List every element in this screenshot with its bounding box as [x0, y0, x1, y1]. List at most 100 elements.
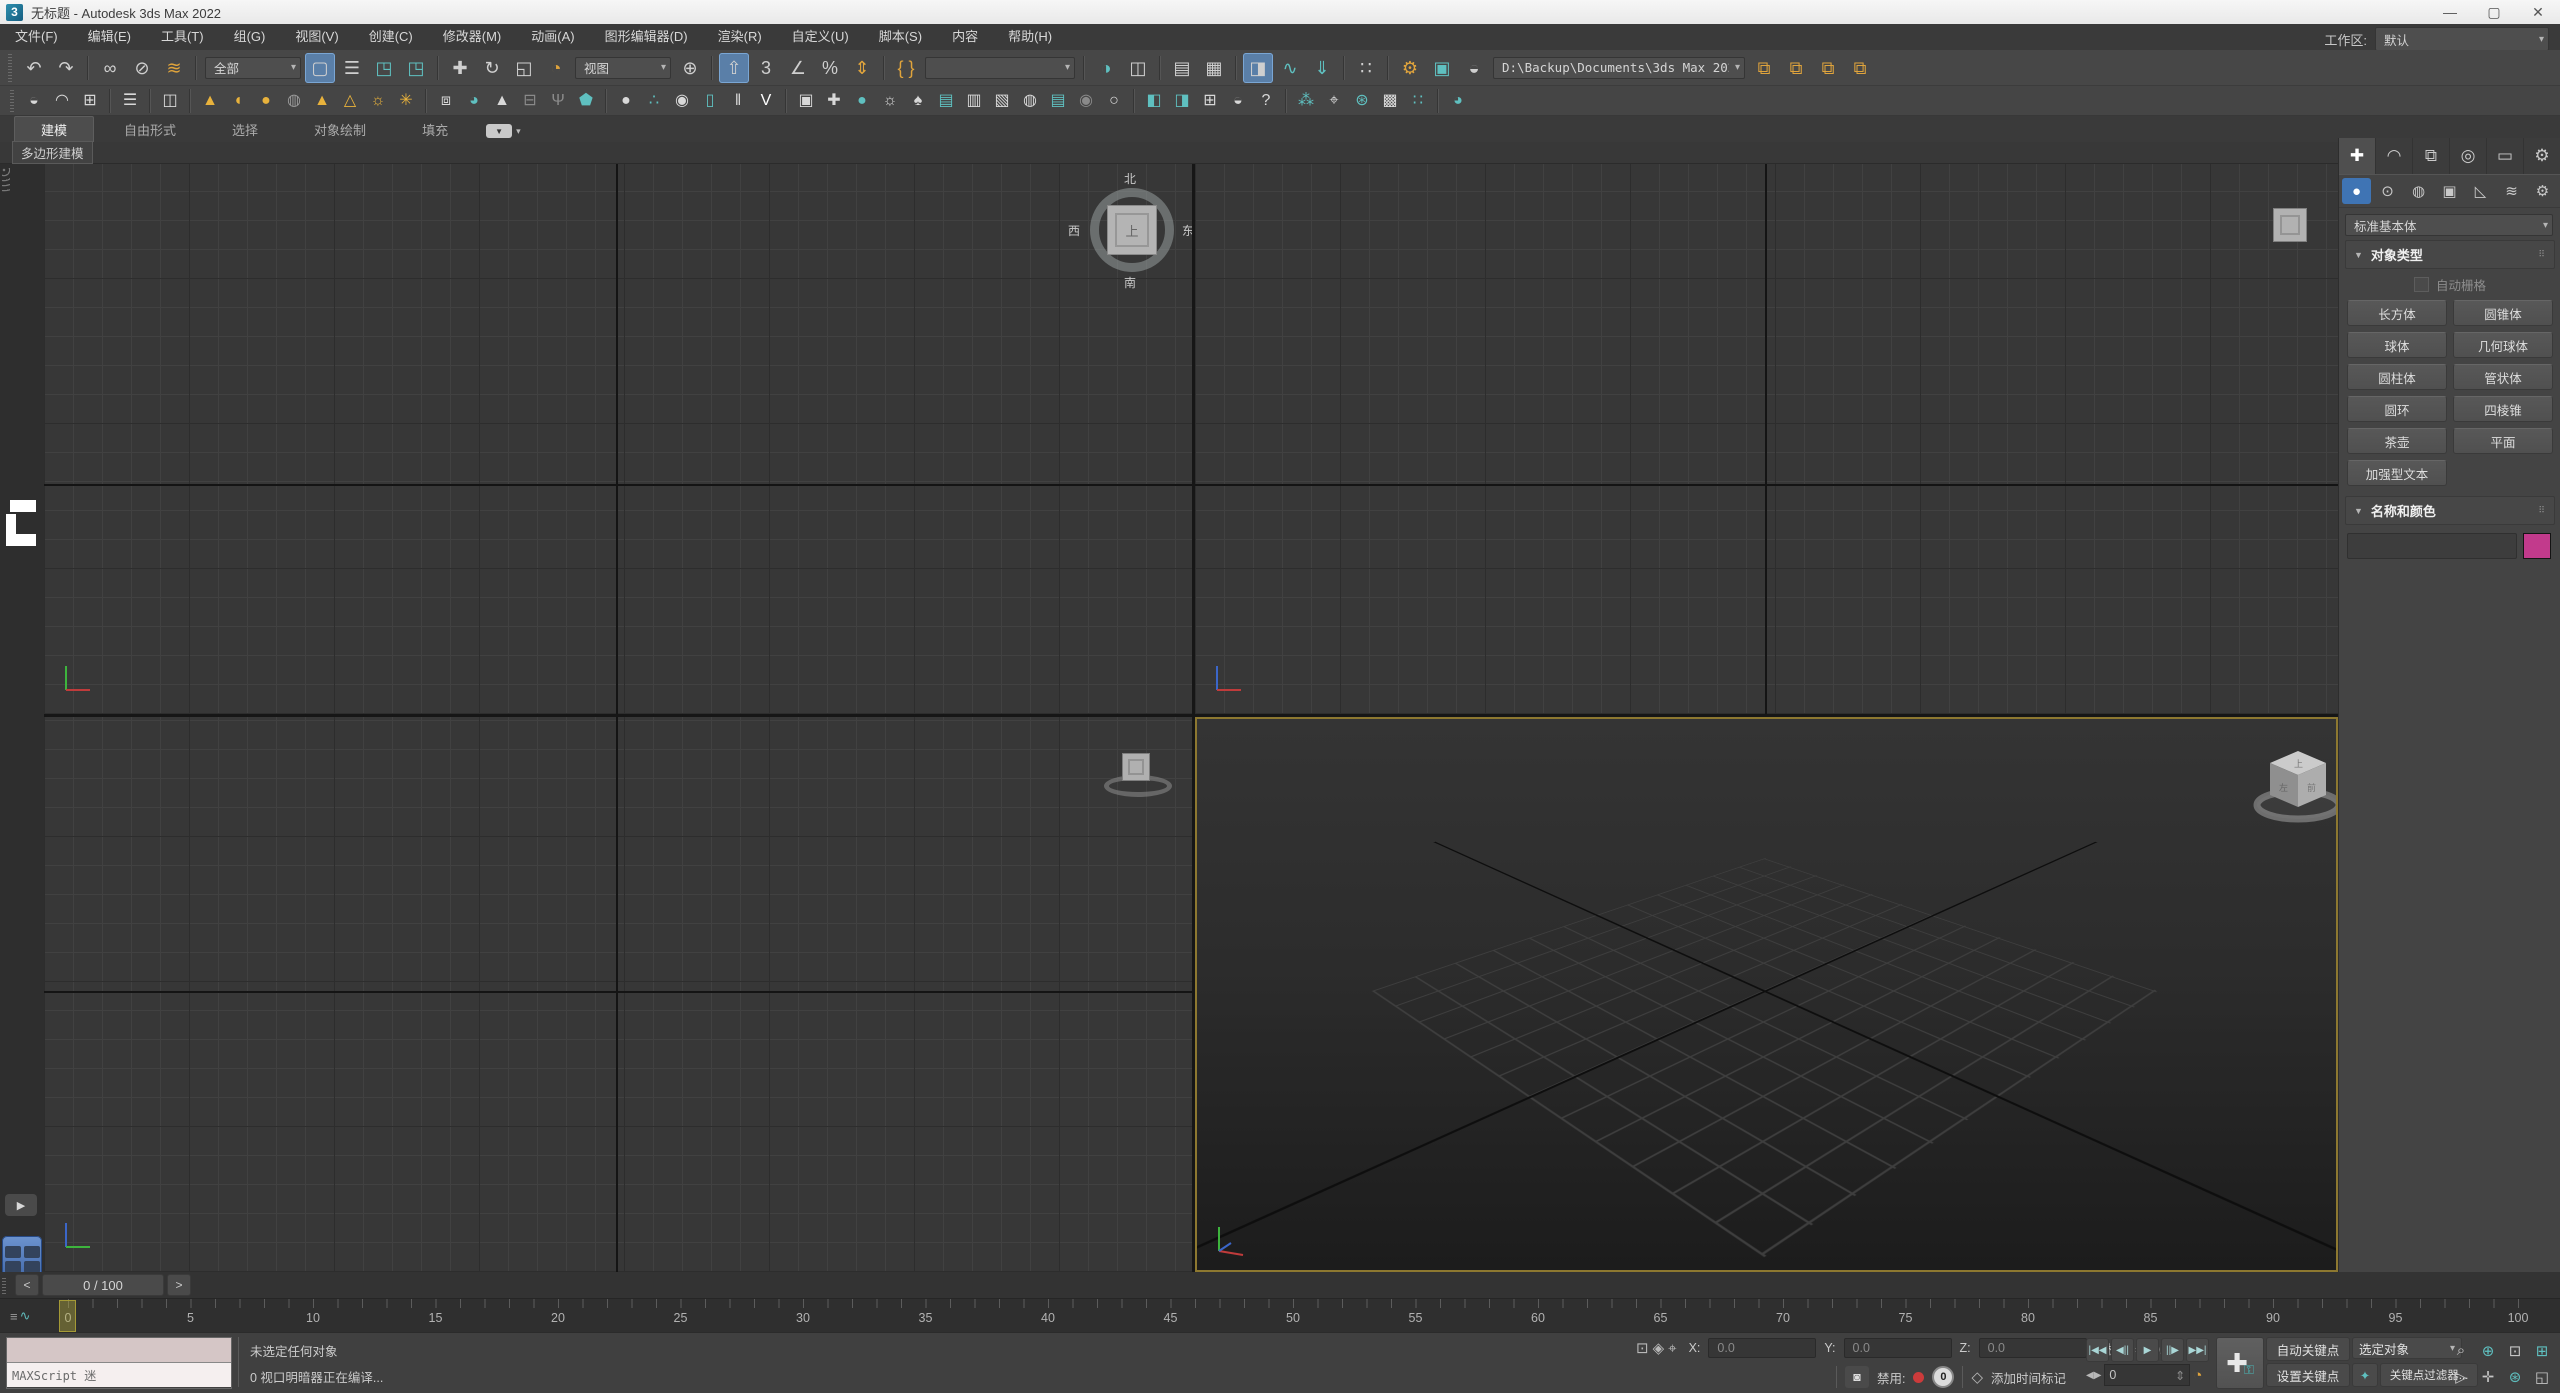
ribbon-tab-3[interactable]: 对象绘制: [288, 117, 392, 142]
scene-explorer-button[interactable]: ▦: [1199, 53, 1229, 83]
sun-light-tool[interactable]: ☼: [365, 88, 391, 114]
sun-rays-tool[interactable]: ✳: [393, 88, 419, 114]
autogrid-checkbox[interactable]: [2414, 277, 2429, 292]
snail-tool[interactable]: ◠: [49, 88, 75, 114]
named-selection-sets-dropdown[interactable]: ▾: [925, 57, 1075, 79]
object-color-swatch[interactable]: [2523, 533, 2551, 559]
next-frame-button[interactable]: ||▶: [2161, 1338, 2184, 1362]
absolute-mode-transform-button[interactable]: ⌖: [1668, 1340, 1676, 1357]
object-button-8[interactable]: 茶壶: [2347, 428, 2447, 454]
cat-systems[interactable]: ⚙: [2528, 178, 2557, 204]
shield-icon[interactable]: ◙: [1845, 1366, 1869, 1388]
next-frame-arrow[interactable]: >: [167, 1274, 191, 1296]
time-configuration-button[interactable]: ◔: [2193, 1367, 2202, 1384]
spinner-snap-toggle[interactable]: ⇕: [847, 53, 877, 83]
menu-item-11[interactable]: 脚本(S): [864, 24, 937, 50]
dome-tool[interactable]: ◖: [225, 88, 251, 114]
object-button-6[interactable]: 圆环: [2347, 396, 2447, 422]
shaded-sphere-tool[interactable]: ◕: [461, 88, 487, 114]
bulb-outline-tool[interactable]: ○: [1101, 88, 1127, 114]
tab-motion[interactable]: ◎: [2450, 138, 2487, 174]
umbrella-light-tool[interactable]: ▲: [309, 88, 335, 114]
selection-set-dropdown[interactable]: 选定对象▾: [2352, 1337, 2462, 1359]
material-editor-button[interactable]: ∷: [1351, 53, 1381, 83]
select-by-name-button[interactable]: ☰: [337, 53, 367, 83]
compass-west[interactable]: 西: [1068, 222, 1080, 239]
menu-item-8[interactable]: 图形编辑器(D): [590, 24, 703, 50]
sphere-yellow-tool[interactable]: ●: [253, 88, 279, 114]
rendered-frame-window-button[interactable]: ▣: [1427, 53, 1457, 83]
menu-item-4[interactable]: 视图(V): [280, 24, 353, 50]
menu-item-2[interactable]: 工具(T): [146, 24, 219, 50]
geosphere-tool[interactable]: ◍: [281, 88, 307, 114]
current-frame-field[interactable]: 0⇕: [2104, 1364, 2190, 1386]
edit-named-selection-sets-button[interactable]: { }: [891, 53, 921, 83]
set-key-button[interactable]: 设置关键点: [2266, 1363, 2350, 1387]
object-button-3[interactable]: 几何球体: [2453, 332, 2553, 358]
toggle-ribbon-button[interactable]: ◨: [1243, 53, 1273, 83]
align-pyramids-tool[interactable]: ⁂: [1293, 88, 1319, 114]
menu-item-10[interactable]: 自定义(U): [777, 24, 864, 50]
unlink-selection-button[interactable]: ⊘: [127, 53, 157, 83]
select-and-link-button[interactable]: ∞: [95, 53, 125, 83]
layer-manager-button[interactable]: ▤: [1167, 53, 1197, 83]
name-color-rollout-header[interactable]: ▼ 名称和颜色 ⠿: [2345, 496, 2555, 525]
fire-effect-tool[interactable]: ⬟: [573, 88, 599, 114]
object-button-0[interactable]: 长方体: [2347, 300, 2447, 326]
previous-frame-button[interactable]: ◀||: [2111, 1338, 2134, 1362]
viewcube-3d[interactable]: 上 左 前: [2253, 743, 2338, 829]
object-button-10[interactable]: 加强型文本: [2347, 460, 2447, 486]
selection-lock-toggle[interactable]: ◈: [1653, 1340, 1665, 1357]
compass-east[interactable]: 东: [1182, 222, 1192, 239]
schematic-view-button[interactable]: ⇓: [1307, 53, 1337, 83]
viewcube-mini[interactable]: [2273, 208, 2307, 242]
menu-item-6[interactable]: 修改器(M): [428, 24, 517, 50]
polygon-modeling-panel-tab[interactable]: 多边形建模: [12, 141, 93, 164]
cat-helpers[interactable]: ◺: [2466, 178, 2495, 204]
panel-teal-tool[interactable]: ◧: [1141, 88, 1167, 114]
select-and-manipulate-button[interactable]: ⇧: [719, 53, 749, 83]
tab-hierarchy[interactable]: ⧉: [2413, 138, 2450, 174]
target-tool[interactable]: ⌖: [1321, 88, 1347, 114]
doc-swirl-tool[interactable]: ▤: [933, 88, 959, 114]
object-button-1[interactable]: 圆锥体: [2453, 300, 2553, 326]
warning-count-badge[interactable]: 0: [1932, 1366, 1954, 1388]
menu-item-5[interactable]: 创建(C): [354, 24, 428, 50]
curve-editor-button[interactable]: ∿: [1275, 53, 1305, 83]
restore-button[interactable]: ▢: [2472, 0, 2516, 24]
sun-white-tool[interactable]: ☼: [877, 88, 903, 114]
derrick-tool[interactable]: ▲: [489, 88, 515, 114]
object-button-4[interactable]: 圆柱体: [2347, 364, 2447, 390]
ribbon-overflow-dropdown[interactable]: ▼▾: [486, 124, 521, 138]
viewcube-mini[interactable]: [1100, 745, 1178, 801]
list-views-tool[interactable]: ☰: [117, 88, 143, 114]
camera-add-tool[interactable]: ✚: [821, 88, 847, 114]
percent-snap-toggle[interactable]: %: [815, 53, 845, 83]
menu-item-12[interactable]: 内容: [937, 24, 993, 50]
fire-ring-tool[interactable]: ◍: [1017, 88, 1043, 114]
object-name-input[interactable]: [2347, 533, 2517, 559]
menu-item-13[interactable]: 帮助(H): [993, 24, 1067, 50]
snaps-toggle-3d[interactable]: 3: [751, 53, 781, 83]
cube-3d-tool[interactable]: ⧈: [433, 88, 459, 114]
menu-item-0[interactable]: 文件(F): [0, 24, 73, 50]
maxscript-white-field[interactable]: MAXScript 迷: [7, 1363, 231, 1387]
tab-utilities[interactable]: ⚙: [2524, 138, 2560, 174]
menu-item-7[interactable]: 动画(A): [516, 24, 589, 50]
object-button-5[interactable]: 管状体: [2453, 364, 2553, 390]
toolbar-grip[interactable]: [10, 89, 14, 112]
vc-circle-tool[interactable]: ◕: [1445, 88, 1471, 114]
sphere-white-tool[interactable]: ●: [613, 88, 639, 114]
project-scroll-links-button[interactable]: ⧉: [1845, 53, 1875, 83]
zoom-extents-all-button[interactable]: ⊞: [2529, 1338, 2555, 1363]
crate-stack-tool[interactable]: ⊟: [517, 88, 543, 114]
project-folder-dropdown[interactable]: D:\Backup\Documents\3ds Max 2022▾: [1493, 57, 1745, 79]
teapot-tool[interactable]: ◒: [21, 88, 47, 114]
maximize-viewport-toggle[interactable]: ◱: [2529, 1364, 2555, 1389]
compass-north[interactable]: 北: [1124, 170, 1136, 187]
camera-pair-tool[interactable]: ◫: [157, 88, 183, 114]
close-button[interactable]: ✕: [2516, 0, 2560, 24]
container-tool[interactable]: ⊞: [77, 88, 103, 114]
checker-brush-tool[interactable]: ▩: [1377, 88, 1403, 114]
teal-spheres-tool[interactable]: ∴: [641, 88, 667, 114]
